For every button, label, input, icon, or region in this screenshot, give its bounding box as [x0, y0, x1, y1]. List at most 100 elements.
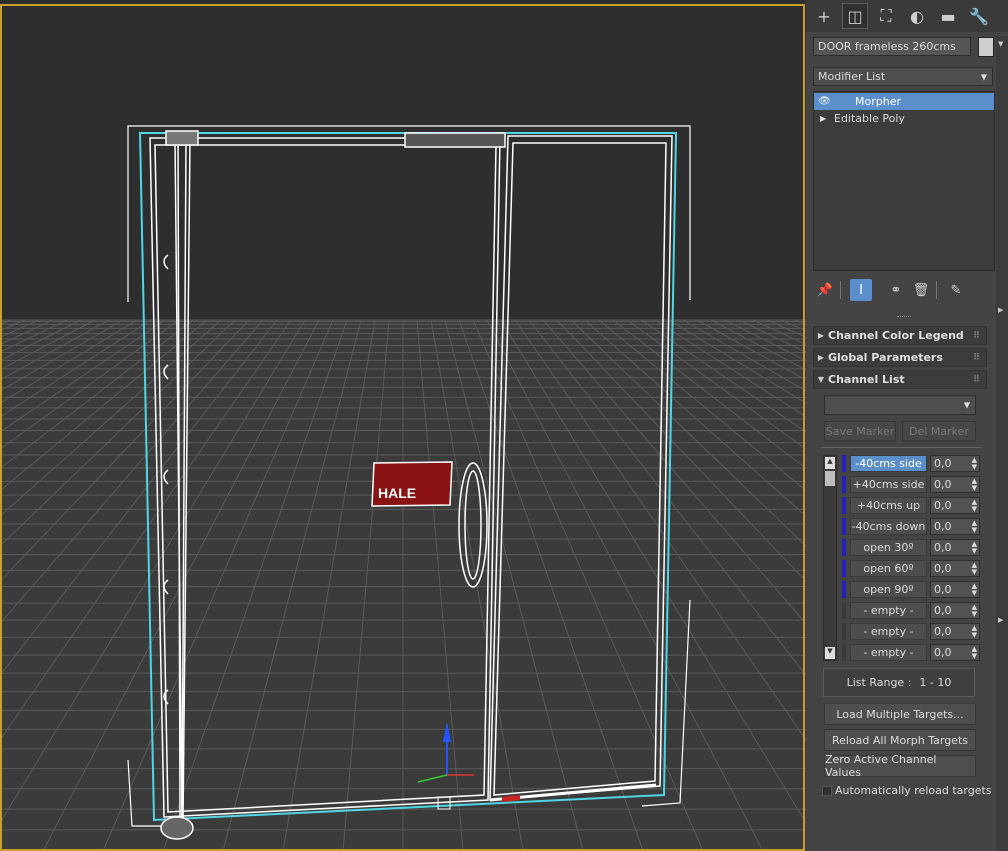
rollout-channel-color-legend[interactable]: ▶ Channel Color Legend ⠿ — [813, 326, 987, 345]
modifier-stack: 👁 Morpher ▶ Editable Poly — [813, 91, 995, 271]
viewport-canvas[interactable]: HALE — [0, 0, 806, 851]
channel-name-button[interactable]: -40cms down — [850, 518, 927, 535]
spinner-arrows-icon[interactable]: ▲ ▼ — [972, 541, 977, 555]
channel-color-indicator — [842, 560, 846, 577]
channel-name-button[interactable]: -40cms side — [850, 455, 927, 472]
channel-value: 0,0 — [934, 562, 952, 575]
expand-arrow-icon[interactable]: ▶ — [820, 114, 830, 123]
channel-value-spinner[interactable]: 0,0 ▲ ▼ — [930, 518, 980, 535]
channel-value-spinner[interactable]: 0,0 ▲ ▼ — [930, 497, 980, 514]
rollout-channel-list[interactable]: ▼ Channel List ⠿ — [813, 370, 987, 389]
sign-text: HALE — [378, 485, 416, 501]
channel-value-spinner[interactable]: 0,0 ▲ ▼ — [930, 581, 980, 598]
utilities-tab-icon[interactable]: 🔧 — [966, 3, 992, 29]
channel-value-spinner[interactable]: 0,0 ▲ ▼ — [930, 539, 980, 556]
channel-value-spinner[interactable]: 0,0 ▲ ▼ — [930, 623, 980, 640]
spinner-arrows-icon[interactable]: ▲ ▼ — [972, 499, 977, 513]
channel-list: -40cms side 0,0 ▲ ▼ +40cms side 0,0 ▲ ▼ +40cms u… — [842, 454, 1002, 664]
spinner-arrows-icon[interactable]: ▲ ▼ — [972, 625, 977, 639]
command-panel-tabs: + ◫ ⛶ ◐ ▬ 🔧 — [806, 0, 1008, 32]
channel-value-spinner[interactable]: 0,0 ▲ ▼ — [930, 476, 980, 493]
modify-tab-icon[interactable]: ◫ — [842, 3, 868, 29]
channel-color-indicator — [842, 497, 846, 514]
channel-value: 0,0 — [934, 604, 952, 617]
channel-row: -40cms side 0,0 ▲ ▼ — [842, 454, 1002, 473]
scroll-thumb[interactable] — [825, 471, 835, 486]
scroll-up-icon[interactable]: ▲ — [825, 457, 835, 469]
channel-name-button[interactable]: +40cms up — [850, 497, 927, 514]
separator — [821, 447, 981, 448]
channel-value-spinner[interactable]: 0,0 ▲ ▼ — [930, 455, 980, 472]
channel-color-indicator — [842, 476, 846, 493]
rollout-title: Channel Color Legend — [828, 329, 964, 342]
channel-color-indicator — [842, 455, 846, 472]
channel-row: - empty - 0,0 ▲ ▼ — [842, 643, 1002, 662]
channel-name-button[interactable]: - empty - — [850, 623, 927, 640]
channel-name-button[interactable]: open 90º — [850, 581, 927, 598]
show-end-result-icon[interactable]: Ⅰ — [850, 279, 872, 301]
chevron-down-icon: ▼ — [980, 72, 987, 81]
grip-icon: ⠿ — [972, 330, 980, 341]
channel-value-spinner[interactable]: 0,0 ▲ ▼ — [930, 602, 980, 619]
rollout-grip-icon — [897, 316, 911, 320]
configure-modifier-sets-icon[interactable]: ✎ — [945, 279, 967, 301]
scroll-arrow-icon[interactable]: ▶ — [998, 616, 1003, 624]
scroll-arrow-icon[interactable]: ▶ — [998, 306, 1003, 314]
spinner-arrows-icon[interactable]: ▲ ▼ — [972, 457, 977, 471]
remove-modifier-icon[interactable]: 🗑 — [910, 279, 932, 301]
channel-name-button[interactable]: open 60º — [850, 560, 927, 577]
spinner-arrows-icon[interactable]: ▲ ▼ — [972, 478, 977, 492]
create-tab-icon[interactable]: + — [811, 3, 837, 29]
channel-value-spinner[interactable]: 0,0 ▲ ▼ — [930, 644, 980, 661]
list-range-label: List Range : — [846, 676, 912, 689]
channel-color-indicator — [842, 581, 846, 598]
channel-color-indicator — [842, 518, 846, 535]
save-marker-button[interactable]: Save Marker — [824, 421, 896, 441]
panel-scrollbar[interactable]: ▼ ▶ ▶ — [996, 36, 1008, 851]
scroll-up-icon[interactable]: ▼ — [998, 40, 1003, 48]
del-marker-button[interactable]: Del Marker — [902, 421, 976, 441]
expanded-arrow-icon: ▼ — [817, 375, 825, 384]
zero-active-channel-values-button[interactable]: Zero Active Channel Values — [824, 753, 976, 779]
spinner-arrows-icon[interactable]: ▲ ▼ — [972, 646, 977, 660]
reload-all-morph-targets-button[interactable]: Reload All Morph Targets — [824, 729, 976, 751]
object-name-field[interactable]: DOOR frameless 260cms — [813, 37, 971, 56]
channel-scrollbar[interactable]: ▲ ▼ — [823, 455, 837, 661]
stack-item-editable-poly[interactable]: ▶ Editable Poly — [814, 110, 994, 127]
channel-color-indicator — [842, 539, 846, 556]
channel-name-button[interactable]: +40cms side — [850, 476, 927, 493]
pin-stack-icon[interactable]: 📌 — [814, 279, 836, 301]
eye-icon[interactable]: 👁 — [818, 96, 832, 107]
channel-name-button[interactable]: - empty - — [850, 602, 927, 619]
stack-item-label: Morpher — [855, 95, 901, 108]
auto-reload-checkbox[interactable] — [822, 786, 832, 796]
command-panel: + ◫ ⛶ ◐ ▬ 🔧 DOOR frameless 260cms Modifi… — [806, 0, 1008, 851]
channel-row: open 60º 0,0 ▲ ▼ — [842, 559, 1002, 578]
channel-value-spinner[interactable]: 0,0 ▲ ▼ — [930, 560, 980, 577]
make-unique-icon[interactable]: ⚭ — [885, 279, 907, 301]
toolbar-divider — [840, 281, 841, 299]
channel-value: 0,0 — [934, 646, 952, 659]
rollout-global-parameters[interactable]: ▶ Global Parameters ⠿ — [813, 348, 987, 367]
channel-name-button[interactable]: open 30º — [850, 539, 927, 556]
object-color-swatch[interactable] — [978, 37, 994, 57]
channel-row: - empty - 0,0 ▲ ▼ — [842, 601, 1002, 620]
hierarchy-tab-icon[interactable]: ⛶ — [873, 3, 899, 29]
spinner-arrows-icon[interactable]: ▲ ▼ — [972, 562, 977, 576]
scroll-down-icon[interactable]: ▼ — [825, 647, 835, 659]
channel-row: -40cms down 0,0 ▲ ▼ — [842, 517, 1002, 536]
marker-dropdown[interactable]: ▼ — [824, 395, 976, 415]
display-tab-icon[interactable]: ▬ — [935, 3, 961, 29]
channel-name-button[interactable]: - empty - — [850, 644, 927, 661]
channel-value: 0,0 — [934, 499, 952, 512]
stack-item-morpher[interactable]: 👁 Morpher — [814, 93, 994, 110]
spinner-arrows-icon[interactable]: ▲ ▼ — [972, 604, 977, 618]
modifier-list-dropdown[interactable]: Modifier List ▼ — [813, 67, 993, 86]
channel-color-indicator — [842, 602, 846, 619]
channel-color-indicator — [842, 644, 846, 661]
load-multiple-targets-button[interactable]: Load Multiple Targets... — [824, 703, 976, 725]
perspective-viewport[interactable]: HALE — [0, 0, 806, 851]
motion-tab-icon[interactable]: ◐ — [904, 3, 930, 29]
spinner-arrows-icon[interactable]: ▲ ▼ — [972, 520, 977, 534]
spinner-arrows-icon[interactable]: ▲ ▼ — [972, 583, 977, 597]
